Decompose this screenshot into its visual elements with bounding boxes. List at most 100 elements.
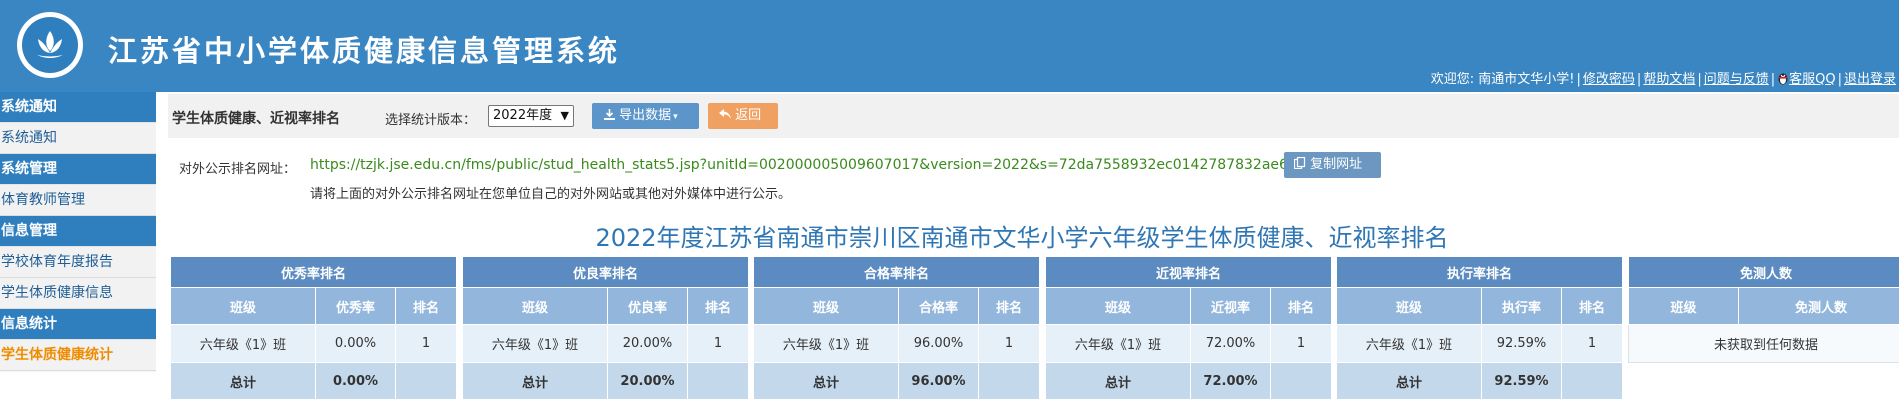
total-rank [1269,362,1333,400]
column-header: 排名 [394,287,458,325]
total-row: 总计 0.00% [170,362,458,400]
user-bar: 欢迎您: 南通市文华小学! | 修改密码 | 帮助文档 | 问题与反馈 | 客服QQ | 退出登录 [1430,72,1896,87]
app-logo [17,12,83,78]
export-data-label: 导出数据 [619,108,672,123]
table-row: 六年级《1》班 96.00% 1 [753,324,1041,363]
back-label: 返回 [735,108,762,123]
excellent-rate-ranking-table: 优秀率排名 班级 优秀率 排名 六年级《1》班 0.00% 1 总计 0.00% [169,256,458,400]
total-row: 总计 96.00% [753,362,1041,400]
sidebar-item-system-notice[interactable]: 系统通知 [0,123,156,154]
column-header: 班级 [1045,287,1191,325]
app-title: 江苏省中小学体质健康信息管理系统 [108,34,621,68]
execution-rate-ranking-table: 执行率排名 班级 执行率 排名 六年级《1》班 92.59% 1 总计 92.5… [1335,256,1624,400]
column-header: 班级 [170,287,316,325]
sidebar-item-student-health-info[interactable]: 学生体质健康信息 [0,278,156,309]
total-rate: 92.59% [1481,362,1562,400]
customer-qq-link[interactable]: 客服QQ [1789,72,1835,87]
column-header: 班级 [1336,287,1482,325]
logout-link[interactable]: 退出登录 [1844,72,1896,87]
class-cell: 六年级《1》班 [753,324,899,363]
table-row: 六年级《1》班 92.59% 1 [1336,324,1624,363]
table-caption: 优秀率排名 [169,256,458,288]
class-cell: 六年级《1》班 [170,324,316,363]
version-label: 选择统计版本： [385,113,477,128]
column-header: 优良率 [607,287,688,325]
exempt-count-table: 免测人数 班级 免测人数 未获取到任何数据 [1627,256,1899,363]
qq-penguin-icon [1777,72,1789,85]
app-header: 江苏省中小学体质健康信息管理系统 欢迎您: 南通市文华小学! | 修改密码 | 帮助文档… [0,0,1899,92]
total-rank [977,362,1041,400]
lotus-logo-icon [22,17,78,73]
total-label: 总计 [170,362,316,400]
total-rank [1560,362,1624,400]
help-docs-link[interactable]: 帮助文档 [1643,72,1695,87]
column-header: 免测人数 [1737,287,1899,325]
public-url-label: 对外公示排名网址： [179,162,297,177]
total-rank [686,362,750,400]
export-data-button[interactable]: 导出数据 ▾ [592,103,699,129]
table-row: 六年级《1》班 20.00% 1 [462,324,750,363]
table-row: 六年级《1》班 72.00% 1 [1045,324,1333,363]
sidebar-item-student-health-stats[interactable]: 学生体质健康统计 [0,340,156,371]
page-title: 2022年度江苏省南通市崇川区南通市文华小学六年级学生体质健康、近视率排名 [595,224,1449,252]
rank-cell: 1 [686,324,750,363]
chevron-down-icon: ▼ [560,109,569,122]
copy-url-label: 复制网址 [1310,157,1363,172]
rate-cell: 92.59% [1481,324,1562,363]
table-caption: 免测人数 [1627,256,1899,288]
column-header: 排名 [686,287,750,325]
download-icon [604,108,619,123]
rank-cell: 1 [1269,324,1333,363]
copy-icon [1293,156,1310,172]
rate-cell: 0.00% [315,324,396,363]
sidebar-item-annual-pe-report[interactable]: 学校体育年度报告 [0,247,156,278]
rate-cell: 96.00% [898,324,979,363]
class-cell: 六年级《1》班 [1045,324,1191,363]
toolbar: 学生体质健康、近视率排名 选择统计版本： 2022年度 ▼ 导出数据 ▾ 返回 [168,94,1899,138]
empty-row: 未获取到任何数据 [1627,324,1899,363]
total-rate: 0.00% [315,362,396,400]
column-header: 近视率 [1190,287,1271,325]
table-row: 六年级《1》班 0.00% 1 [170,324,458,363]
column-header: 优秀率 [315,287,396,325]
public-url-value[interactable]: https://tzjk.jse.edu.cn/fms/public/stud_… [310,157,1341,173]
total-label: 总计 [1045,362,1191,400]
empty-message: 未获取到任何数据 [1627,324,1899,363]
rate-cell: 20.00% [607,324,688,363]
public-url-hint: 请将上面的对外公示排名网址在您单位自己的对外网站或其他对外媒体中进行公示。 [310,187,792,202]
change-password-link[interactable]: 修改密码 [1583,72,1635,87]
class-cell: 六年级《1》班 [1336,324,1482,363]
sidebar-group-info-statistics[interactable]: 信息统计 [0,309,156,340]
rank-cell: 1 [977,324,1041,363]
table-caption: 执行率排名 [1335,256,1624,288]
column-header: 班级 [462,287,608,325]
column-header: 执行率 [1481,287,1562,325]
sidebar: 系统通知 系统通知 系统管理 体育教师管理 信息管理 学校体育年度报告 学生体质… [0,92,156,372]
sidebar-group-system-management[interactable]: 系统管理 [0,154,156,185]
copy-url-button[interactable]: 复制网址 [1284,152,1381,178]
total-rate: 96.00% [898,362,979,400]
column-header: 排名 [1560,287,1624,325]
column-header: 排名 [1269,287,1333,325]
caret-down-icon: ▾ [673,112,678,122]
table-caption: 合格率排名 [752,256,1041,288]
table-caption: 优良率排名 [461,256,750,288]
column-header: 排名 [977,287,1041,325]
sidebar-group-info-management[interactable]: 信息管理 [0,216,156,247]
reply-arrow-icon [719,108,735,123]
feedback-link[interactable]: 问题与反馈 [1704,72,1769,87]
rate-cell: 72.00% [1190,324,1271,363]
total-row: 总计 72.00% [1045,362,1333,400]
sidebar-item-pe-teacher-management[interactable]: 体育教师管理 [0,185,156,216]
total-rate: 72.00% [1190,362,1271,400]
rank-cell: 1 [1560,324,1624,363]
back-button[interactable]: 返回 [708,103,778,129]
version-select[interactable]: 2022年度 ▼ [488,105,574,127]
good-rate-ranking-table: 优良率排名 班级 优良率 排名 六年级《1》班 20.00% 1 总计 20.0… [461,256,750,400]
total-label: 总计 [1336,362,1482,400]
total-label: 总计 [462,362,608,400]
sidebar-group-notice[interactable]: 系统通知 [0,92,156,123]
class-cell: 六年级《1》班 [462,324,608,363]
column-header: 班级 [753,287,899,325]
version-select-value: 2022年度 [493,108,553,123]
